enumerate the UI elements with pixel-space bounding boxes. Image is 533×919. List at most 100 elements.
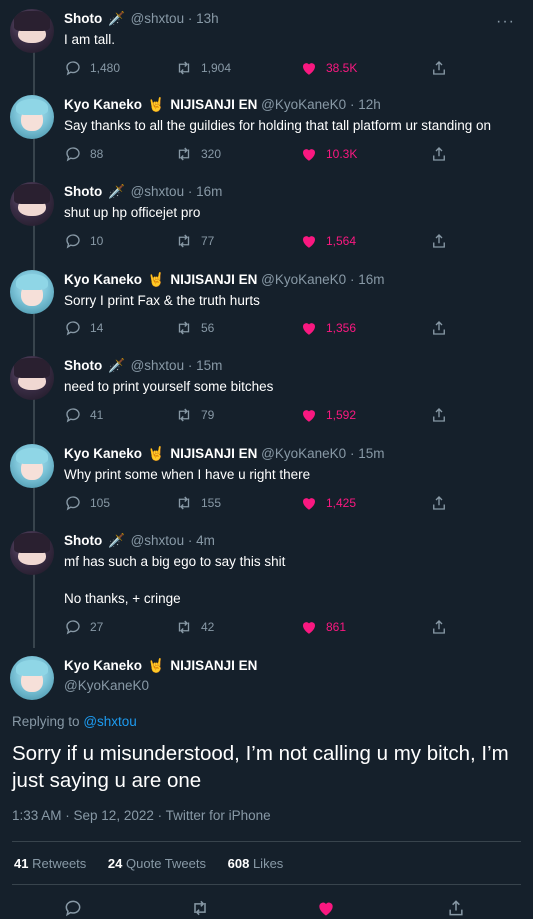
like-action[interactable]: 1,592 bbox=[300, 406, 356, 424]
thread-tweet[interactable]: Shoto 🗡️ @shxtou · 4m mf has such a big … bbox=[0, 531, 533, 611]
reply-icon bbox=[66, 496, 80, 511]
author-handle[interactable]: @shxtou bbox=[131, 11, 184, 26]
retweet-icon bbox=[178, 620, 190, 634]
separator-dot: · bbox=[187, 11, 193, 26]
divider bbox=[12, 884, 521, 885]
share-action[interactable] bbox=[430, 59, 456, 77]
author-suffix[interactable]: NIJISANJI EN bbox=[170, 446, 257, 461]
author-name[interactable]: Shoto bbox=[64, 184, 102, 199]
tweet-actions: 105 155 1,425 bbox=[64, 494, 445, 514]
retweet-icon bbox=[178, 496, 190, 510]
author-name[interactable]: Kyo Kaneko bbox=[64, 446, 142, 461]
avatar[interactable] bbox=[10, 95, 54, 139]
retweet-count: 42 bbox=[201, 620, 215, 634]
main-author-handle[interactable]: @KyoKaneK0 bbox=[64, 678, 149, 693]
main-author-name[interactable]: Kyo Kaneko 🤘 NIJISANJI EN bbox=[64, 658, 257, 674]
separator-dot: · bbox=[187, 358, 193, 373]
share-action[interactable] bbox=[430, 618, 456, 636]
author-handle[interactable]: @KyoKaneK0 bbox=[261, 446, 346, 461]
separator-dot: · bbox=[349, 446, 355, 461]
retweet-action[interactable]: 320 bbox=[175, 145, 221, 163]
replying-to-link[interactable]: @shxtou bbox=[83, 714, 136, 729]
divider bbox=[12, 841, 521, 842]
quotes-stat[interactable]: 24 Quote Tweets bbox=[108, 856, 206, 871]
author-name[interactable]: Shoto bbox=[64, 11, 102, 26]
tweet-time[interactable]: 13h bbox=[196, 11, 219, 26]
retweets-stat[interactable]: 41 Retweets bbox=[14, 856, 86, 871]
share-action[interactable] bbox=[430, 494, 456, 512]
name-emoji: 🗡️ bbox=[108, 533, 125, 548]
avatar[interactable] bbox=[10, 9, 54, 53]
retweet-action[interactable]: 79 bbox=[175, 406, 214, 424]
share-action[interactable] bbox=[430, 406, 456, 424]
avatar[interactable] bbox=[10, 531, 54, 575]
author-name[interactable]: Kyo Kaneko bbox=[64, 97, 142, 112]
avatar[interactable] bbox=[10, 270, 54, 314]
retweet-action[interactable]: 42 bbox=[175, 618, 214, 636]
retweet-action[interactable]: 56 bbox=[175, 319, 214, 337]
like-icon bbox=[303, 410, 315, 422]
share-icon[interactable] bbox=[446, 898, 466, 918]
retweet-action[interactable]: 1,904 bbox=[175, 59, 231, 77]
tweet-time[interactable]: 15m bbox=[196, 358, 222, 373]
reply-action[interactable]: 88 bbox=[64, 145, 103, 163]
tweet-time[interactable]: 12h bbox=[358, 97, 381, 112]
author-suffix[interactable]: NIJISANJI EN bbox=[170, 272, 257, 287]
share-icon bbox=[433, 61, 445, 75]
reply-action[interactable]: 105 bbox=[64, 494, 110, 512]
avatar[interactable] bbox=[10, 444, 54, 488]
share-action[interactable] bbox=[430, 232, 456, 250]
tweet-time[interactable]: 16m bbox=[196, 184, 222, 199]
author-handle[interactable]: @KyoKaneK0 bbox=[261, 272, 346, 287]
like-action[interactable]: 861 bbox=[300, 618, 346, 636]
like-action[interactable]: 38.5K bbox=[300, 59, 357, 77]
like-action[interactable]: 1,564 bbox=[300, 232, 356, 250]
more-options-icon[interactable]: ··· bbox=[496, 13, 515, 31]
reply-action[interactable]: 41 bbox=[64, 406, 103, 424]
tweet-text: Why print some when I have u right there bbox=[64, 467, 311, 482]
tweet-actions: 88 320 10.3K bbox=[64, 145, 445, 165]
retweet-action[interactable]: 77 bbox=[175, 232, 214, 250]
retweet-icon[interactable] bbox=[190, 898, 210, 918]
retweet-action[interactable]: 155 bbox=[175, 494, 221, 512]
like-icon[interactable] bbox=[316, 898, 336, 918]
author-name[interactable]: Kyo Kaneko bbox=[64, 272, 142, 287]
reply-action[interactable]: 27 bbox=[64, 618, 103, 636]
main-avatar[interactable] bbox=[10, 656, 54, 700]
tweet-header: Kyo Kaneko 🤘 NIJISANJI EN @KyoKaneK0 · 1… bbox=[64, 446, 384, 462]
like-icon bbox=[303, 622, 315, 634]
main-tweet-text: Sorry if u misunderstood, I’m not callin… bbox=[12, 742, 509, 792]
like-action[interactable]: 10.3K bbox=[300, 145, 357, 163]
likes-stat[interactable]: 608 Likes bbox=[228, 856, 284, 871]
tweet-time[interactable]: 15m bbox=[358, 446, 384, 461]
author-handle[interactable]: @shxtou bbox=[131, 184, 184, 199]
tweet-time[interactable]: 4m bbox=[196, 533, 215, 548]
tweet-time[interactable]: 16m bbox=[358, 272, 384, 287]
author-name[interactable]: Shoto bbox=[64, 533, 102, 548]
author-handle[interactable]: @shxtou bbox=[131, 358, 184, 373]
share-action[interactable] bbox=[430, 319, 456, 337]
reply-icon[interactable] bbox=[63, 898, 83, 918]
retweet-count: 1,904 bbox=[201, 61, 232, 75]
like-count: 1,425 bbox=[326, 496, 357, 510]
like-icon bbox=[303, 498, 315, 510]
tweet-text: mf has such a big ego to say this shit bbox=[64, 554, 286, 569]
share-action[interactable] bbox=[430, 145, 456, 163]
like-count: 861 bbox=[326, 620, 347, 634]
reply-action[interactable]: 10 bbox=[64, 232, 103, 250]
like-action[interactable]: 1,425 bbox=[300, 494, 356, 512]
reply-action[interactable]: 14 bbox=[64, 319, 103, 337]
reply-action[interactable]: 1,480 bbox=[64, 59, 120, 77]
share-icon bbox=[433, 496, 445, 510]
name-emoji: 🤘 bbox=[147, 97, 165, 112]
avatar[interactable] bbox=[10, 182, 54, 226]
author-name[interactable]: Shoto bbox=[64, 358, 102, 373]
author-handle[interactable]: @shxtou bbox=[131, 533, 184, 548]
name-emoji: 🗡️ bbox=[108, 184, 125, 199]
avatar[interactable] bbox=[10, 356, 54, 400]
author-suffix[interactable]: NIJISANJI EN bbox=[170, 97, 257, 112]
like-action[interactable]: 1,356 bbox=[300, 319, 356, 337]
tweet-header: Shoto 🗡️ @shxtou · 13h bbox=[64, 11, 219, 27]
retweet-count: 79 bbox=[201, 408, 215, 422]
author-handle[interactable]: @KyoKaneK0 bbox=[261, 97, 346, 112]
